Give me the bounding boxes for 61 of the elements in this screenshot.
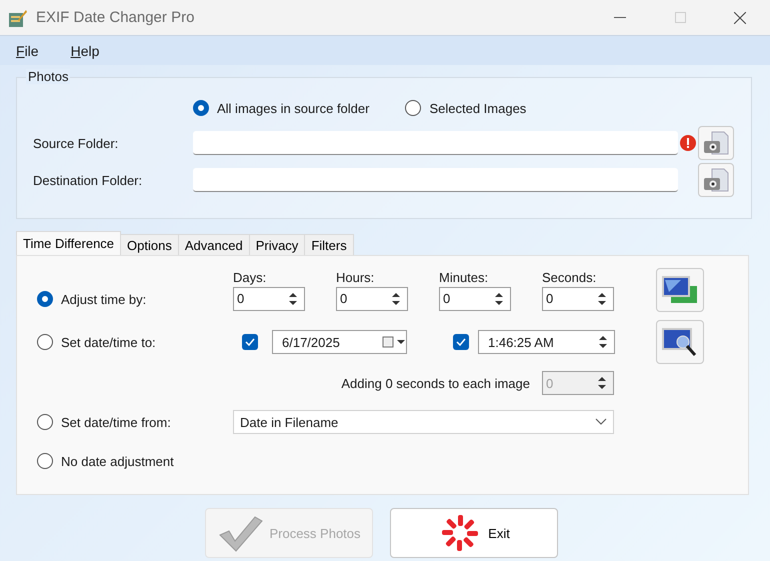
field-label: Days: [233, 270, 268, 284]
tab[interactable]: Advanced [178, 234, 250, 255]
radio-label: Adjust time by: [61, 292, 146, 306]
tab[interactable]: Time Difference [16, 231, 122, 255]
browse-button[interactable] [698, 126, 734, 160]
radio-label: Set date/time from: [61, 414, 171, 430]
radio-button[interactable] [37, 414, 53, 430]
tab[interactable]: Filters [304, 234, 354, 255]
radio-button[interactable] [37, 453, 53, 469]
checkbox[interactable] [242, 334, 258, 350]
spin-arrows-icon[interactable] [493, 292, 505, 306]
spin-arrows-icon[interactable] [287, 292, 299, 306]
group-title: Photos [26, 69, 70, 84]
preview-button[interactable] [656, 320, 704, 364]
preview-button[interactable] [656, 268, 704, 312]
minimize-icon [614, 16, 626, 18]
spin-arrows-icon[interactable] [596, 292, 608, 306]
field-label: Hours: [336, 270, 376, 284]
field-label: Seconds: [542, 270, 598, 284]
spin-arrows-icon[interactable] [597, 335, 609, 349]
browse-button[interactable] [698, 163, 734, 197]
info-text: Adding 0 seconds to each image [340, 376, 530, 390]
window-title: EXIF Date Changer Pro [36, 9, 196, 26]
close-icon [734, 12, 746, 24]
app-icon [8, 8, 28, 28]
picture-magnifier-icon [661, 326, 699, 358]
camera-folder-icon [702, 167, 730, 193]
field-label: Minutes: [439, 270, 490, 284]
spin-arrows-icon[interactable] [390, 292, 402, 306]
field-label: Source Folder: [33, 136, 120, 150]
folder-field[interactable] [193, 168, 678, 192]
radio-label: No date adjustment [61, 454, 174, 468]
time-picker[interactable]: 1:46:25 AM [478, 330, 615, 354]
source-dropdown[interactable]: Date in Filename [233, 410, 614, 434]
maximize-icon [674, 12, 686, 23]
action-button[interactable]: Exit [390, 508, 558, 558]
field-label: Destination Folder: [33, 172, 144, 188]
tab[interactable]: Options [120, 234, 179, 255]
radio-button[interactable] [37, 291, 53, 307]
menu-item[interactable]: Help [64, 42, 106, 58]
camera-folder-icon [702, 130, 730, 156]
radio-label: All images in source folder [217, 100, 370, 116]
date-picker[interactable]: 6/17/2025 [272, 330, 407, 354]
pictures-icon [661, 274, 699, 306]
checkbox[interactable] [453, 334, 469, 350]
radio-label: Selected Images [429, 100, 526, 116]
number-field[interactable]: 0 [542, 286, 614, 310]
checkmark-icon [245, 338, 255, 346]
number-field[interactable]: 0 [336, 286, 408, 310]
checkmark-icon [456, 338, 466, 346]
radio-button[interactable] [37, 334, 53, 350]
calendar-icon [382, 336, 406, 348]
menu-item[interactable]: File [10, 42, 45, 58]
number-field[interactable]: 0 [439, 286, 511, 310]
radio-label: Set date/time to: [61, 334, 156, 350]
chevron-down-icon [595, 418, 607, 426]
radio-button[interactable] [193, 100, 209, 116]
tab[interactable]: Privacy [248, 234, 306, 255]
number-field[interactable]: 0 [233, 286, 305, 310]
folder-field[interactable] [193, 131, 678, 155]
radio-button[interactable] [405, 100, 422, 116]
